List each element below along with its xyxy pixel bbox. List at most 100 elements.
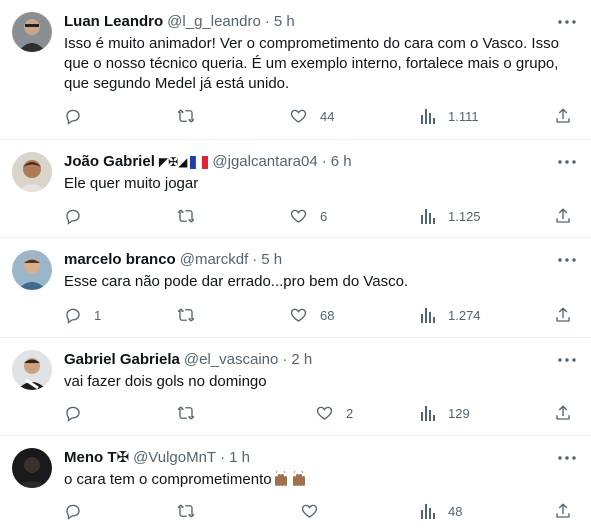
separator-dot: · [252, 251, 258, 268]
user-handle[interactable]: @el_vascaino [184, 350, 278, 370]
avatar[interactable] [12, 250, 52, 290]
views-button[interactable]: 1.111 [420, 106, 479, 126]
avatar[interactable] [12, 350, 52, 390]
avatar[interactable] [12, 12, 52, 52]
separator-dot: · [282, 351, 288, 368]
display-name[interactable]: marcelo branco [64, 250, 176, 270]
action-bar: 2 129 [64, 403, 579, 423]
share-icon [556, 307, 570, 322]
views-button[interactable]: 1.274 [420, 305, 481, 325]
more-options-icon[interactable] [557, 448, 577, 468]
timestamp[interactable]: 2 h [291, 350, 312, 370]
share-icon [556, 208, 570, 223]
tweet-text: Ele quer muito jogar [64, 175, 199, 192]
tweet[interactable]: Gabriel Gabriela @el_vascaino · 2 h vai … [0, 338, 591, 436]
cross-emblem: ◤✠◢ [158, 155, 188, 169]
heart-icon [290, 109, 307, 123]
avatar[interactable] [12, 152, 52, 192]
share-button[interactable] [554, 206, 572, 226]
tweet[interactable]: marcelo branco @marckdf · 5 h Esse cara … [0, 238, 591, 338]
heart-icon [290, 308, 307, 322]
heart-icon [316, 406, 333, 420]
tweet[interactable]: Meno T✠ @VulgoMnT · 1 h o cara tem o com… [0, 436, 591, 532]
user-handle[interactable]: @jgalcantara04 [212, 152, 317, 172]
timestamp[interactable]: 1 h [229, 448, 250, 468]
user-handle[interactable]: @VulgoMnT [133, 448, 216, 468]
views-icon [421, 406, 435, 421]
retweet-button[interactable] [176, 403, 208, 423]
views-button[interactable]: 1.125 [420, 206, 481, 226]
display-name[interactable]: Luan Leandro [64, 12, 163, 32]
views-icon [421, 209, 435, 224]
timestamp[interactable]: 5 h [261, 250, 282, 270]
reply-icon [66, 504, 80, 520]
tweet-header: marcelo branco @marckdf · 5 h [64, 250, 551, 270]
action-bar: 6 1.125 [64, 206, 579, 226]
reply-count: 1 [94, 307, 102, 323]
tweet-text-row: o cara tem o comprometimento [64, 470, 579, 490]
reply-icon [66, 209, 80, 225]
reply-button[interactable] [64, 403, 94, 423]
more-options-icon[interactable] [557, 350, 577, 370]
share-button[interactable] [554, 403, 572, 423]
action-bar: 44 1.111 [64, 106, 579, 126]
tweet-header: Luan Leandro @l_g_leandro · 5 h [64, 12, 551, 32]
reply-button[interactable] [64, 106, 94, 126]
avatar[interactable] [12, 448, 52, 488]
display-name[interactable]: João Gabriel [64, 152, 155, 172]
view-count: 1.111 [448, 108, 479, 124]
name-emoji-badges: ◤✠◢ [159, 152, 209, 172]
retweet-button[interactable] [176, 305, 208, 325]
share-button[interactable] [554, 305, 572, 325]
reply-button[interactable] [64, 206, 94, 226]
like-button[interactable] [300, 501, 331, 521]
retweet-button[interactable] [176, 106, 208, 126]
share-button[interactable] [554, 501, 572, 521]
reply-feed: Luan Leandro @l_g_leandro · 5 h Isso é m… [0, 0, 591, 532]
like-button[interactable]: 2 [315, 403, 353, 423]
view-count: 129 [448, 405, 470, 421]
like-button[interactable]: 6 [289, 206, 327, 226]
view-count: 48 [448, 503, 463, 519]
timestamp[interactable]: 6 h [331, 152, 352, 172]
view-count: 1.274 [448, 307, 481, 323]
separator-dot: · [321, 153, 327, 170]
user-handle[interactable]: @l_g_leandro [167, 12, 261, 32]
display-name[interactable]: Meno T✠ [64, 448, 129, 468]
retweet-icon [177, 109, 195, 123]
reply-button[interactable]: 1 [64, 305, 101, 325]
reply-button[interactable] [64, 501, 94, 521]
reply-icon [66, 406, 80, 422]
views-button[interactable]: 129 [420, 403, 470, 423]
more-options-icon[interactable] [557, 152, 577, 172]
like-count: 6 [320, 208, 328, 224]
more-options-icon[interactable] [557, 12, 577, 32]
heart-icon [290, 209, 307, 223]
share-button[interactable] [554, 106, 572, 126]
reply-icon [66, 109, 80, 125]
more-options-icon[interactable] [557, 250, 577, 270]
user-handle[interactable]: @marckdf [180, 250, 249, 270]
like-button[interactable]: 44 [289, 106, 334, 126]
separator-dot: · [220, 449, 226, 466]
like-count: 2 [346, 405, 354, 421]
like-count: 44 [320, 108, 335, 124]
france-flag-icon [190, 155, 209, 169]
display-name[interactable]: Gabriel Gabriela [64, 350, 180, 370]
views-icon [421, 109, 435, 124]
retweet-icon [177, 209, 195, 223]
tweet[interactable]: João Gabriel ◤✠◢ @jgalcantara04 · 6 h El… [0, 140, 591, 238]
like-count: 68 [320, 307, 335, 323]
retweet-icon [177, 406, 195, 420]
retweet-button[interactable] [176, 501, 208, 521]
reply-icon [66, 308, 80, 324]
heart-icon [301, 504, 318, 518]
view-count: 1.125 [448, 208, 481, 224]
retweet-button[interactable] [176, 206, 208, 226]
like-button[interactable]: 68 [289, 305, 334, 325]
timestamp[interactable]: 5 h [274, 12, 295, 32]
views-icon [421, 308, 435, 323]
tweet-text: Isso é muito animador! Ver o comprometim… [64, 35, 559, 92]
tweet[interactable]: Luan Leandro @l_g_leandro · 5 h Isso é m… [0, 0, 591, 140]
views-button[interactable]: 48 [420, 501, 462, 521]
